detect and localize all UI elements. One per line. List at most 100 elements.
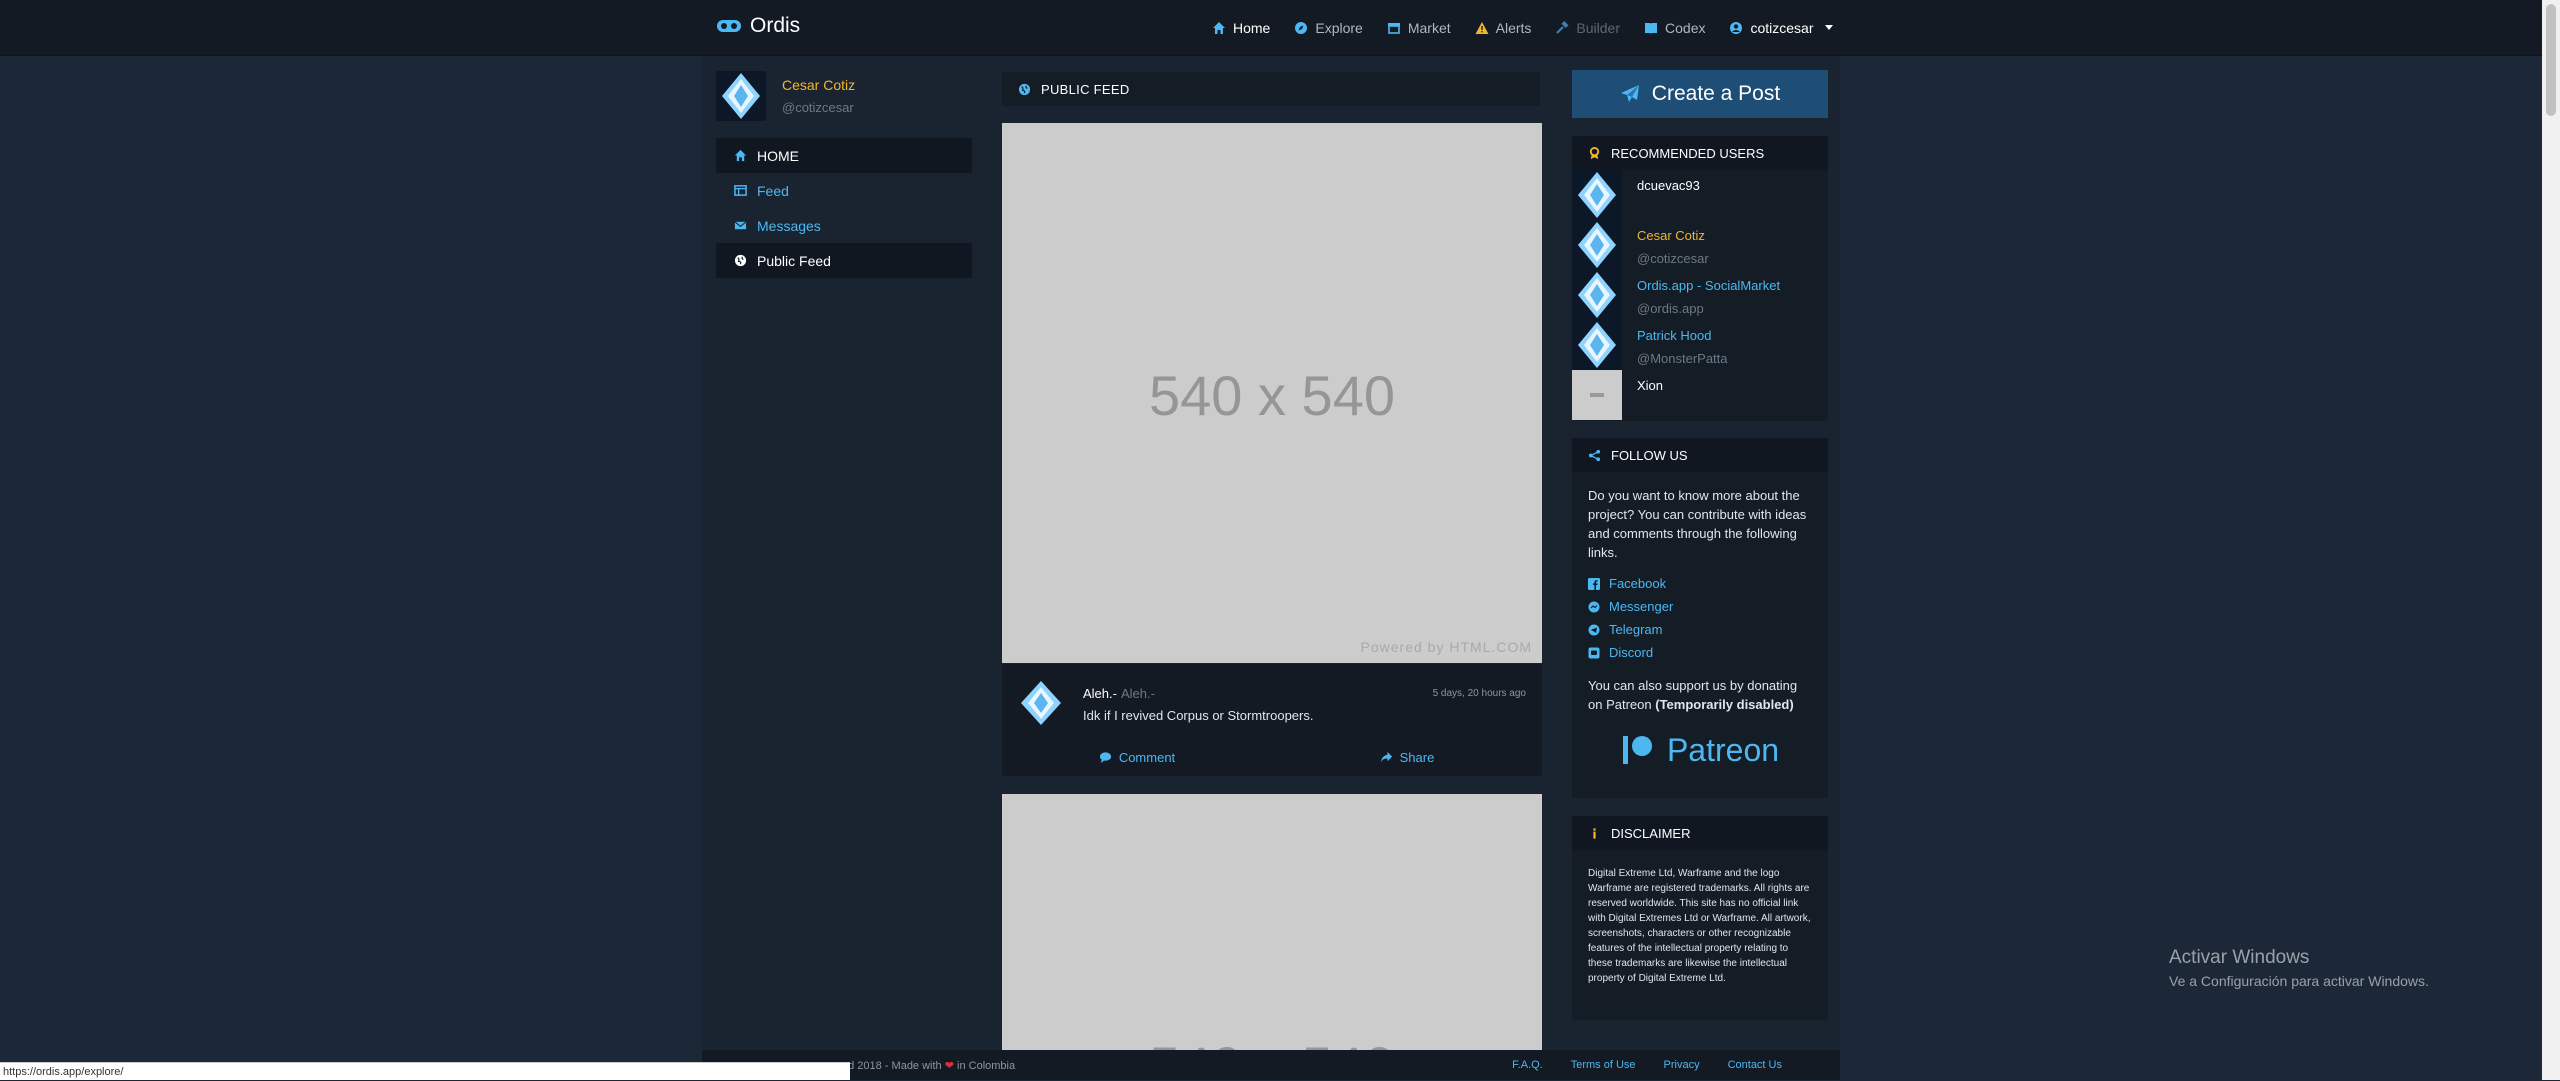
footer-credit-suffix: in Colombia [957,1060,1016,1072]
recommended-user-name[interactable]: Patrick Hood [1637,328,1711,343]
page-scrollbar[interactable] [2542,0,2560,1080]
discord-icon [1588,647,1600,658]
follow-us-title: FOLLOW US [1611,447,1688,463]
placeholder-size-text: 540 x 540 [1149,364,1395,427]
crystal-icon [1572,170,1622,220]
disclaimer-header: DISCLAIMER [1572,816,1828,850]
nav-explore-label: Explore [1315,19,1363,36]
recommended-user[interactable]: Ordis.app - SocialMarket @ordis.app [1572,270,1828,320]
heart-icon: ❤ [944,1060,954,1072]
post-author-name: Aleh.- [1083,686,1117,701]
caret-down-icon [1824,25,1833,30]
sidenav-feed[interactable]: Feed [716,173,972,208]
scrollbar-thumb[interactable] [2546,4,2556,116]
post-author[interactable]: Aleh.- Aleh.- [1083,686,1155,701]
nav-user-label: cotizcesar [1750,19,1814,36]
profile-handle: @cotizcesar [782,100,854,115]
envelope-icon [734,221,747,230]
recommended-user-avatar[interactable] [1572,370,1622,420]
compass-icon [1295,21,1308,34]
nav-builder[interactable]: Builder [1543,20,1632,36]
post-author-avatar[interactable] [1016,678,1066,728]
sidenav-home[interactable]: HOME [716,138,972,173]
sidenav-public-feed-label: Public Feed [757,252,831,269]
facebook-label: Facebook [1609,576,1667,591]
patreon-button[interactable]: Patreon [1572,720,1828,780]
info-icon [1593,827,1596,839]
footer-link-terms[interactable]: Terms of Use [1571,1059,1636,1071]
home-icon [734,149,747,162]
facebook-link[interactable]: Facebook [1588,572,1812,595]
facebook-icon [1588,577,1600,590]
comment-label: Comment [1118,750,1176,765]
footer-link-contact[interactable]: Contact Us [1728,1059,1782,1071]
follow-links: Facebook Messenger Telegram Discord [1572,562,1828,664]
recommended-user[interactable]: Cesar Cotiz @cotizcesar [1572,220,1828,270]
activation-subtitle: Ve a Configuración para activar Windows. [2169,973,2429,989]
recommended-user-handle: @MonsterPatta [1637,351,1728,366]
profile-name[interactable]: Cesar Cotiz [782,77,855,93]
nav-codex-label: Codex [1665,19,1706,36]
sidenav-public-feed[interactable]: Public Feed [716,243,972,278]
brand-name: Ordis [750,14,801,37]
comment-button[interactable]: Comment [1002,750,1272,765]
nav-codex[interactable]: Codex [1632,20,1717,36]
share-button[interactable]: Share [1272,750,1542,765]
share-alt-icon [1588,449,1601,461]
recommended-users-list: dcuevac93 Cesar Cotiz @cotizcesar Ordis.app… [1572,170,1828,420]
placeholder-credit: Powered by HTML.COM [1360,639,1532,655]
feed-title: PUBLIC FEED [1041,81,1130,97]
post-timestamp: 5 days, 20 hours ago [1432,688,1526,699]
profile-card: Cesar Cotiz @cotizcesar [716,70,972,122]
recommended-users-header: RECOMMENDED USERS [1572,136,1828,170]
main-nav: Home Explore Market Alerts Builder Codex… [1200,0,1845,55]
create-post-button[interactable]: Create a Post [1572,70,1828,118]
sidenav-feed-label: Feed [757,182,789,199]
gamepad-icon [717,20,741,32]
recommended-user-avatar[interactable] [1572,170,1622,220]
recommended-user-name[interactable]: Ordis.app - SocialMarket [1637,278,1780,293]
crystal-icon [1572,270,1622,320]
nav-explore[interactable]: Explore [1282,20,1374,36]
award-icon [1589,146,1600,159]
recommended-user[interactable]: Patrick Hood @MonsterPatta [1572,320,1828,370]
sidenav-messages[interactable]: Messages [716,208,972,243]
user-circle-icon [1730,21,1743,34]
recommended-user[interactable]: Xion [1572,370,1828,420]
windows-activation-watermark: Activar Windows Ve a Configuración para … [2169,947,2429,989]
recommended-user-name[interactable]: Xion [1637,378,1663,393]
telegram-link[interactable]: Telegram [1588,618,1812,641]
book-icon [1645,22,1658,34]
footer-link-privacy[interactable]: Privacy [1664,1059,1700,1071]
nav-home[interactable]: Home [1200,20,1282,36]
nav-alerts-label: Alerts [1495,19,1532,36]
crystal-icon [1016,678,1066,728]
recommended-user-name[interactable]: dcuevac93 [1637,178,1700,193]
footer-link-faq[interactable]: F.A.Q. [1512,1059,1543,1071]
messenger-link[interactable]: Messenger [1588,595,1812,618]
home-icon [1213,21,1225,34]
post-image-placeholder[interactable]: 540 x 540 [1002,794,1542,1050]
nav-alerts[interactable]: Alerts [1463,20,1544,36]
post-author-sub: Aleh.- [1120,686,1155,701]
profile-avatar[interactable] [716,71,766,121]
post-image-placeholder[interactable]: 540 x 540 Powered by HTML.COM [1002,123,1542,663]
recommended-user-avatar[interactable] [1572,320,1622,370]
nav-market[interactable]: Market [1375,20,1463,36]
recommended-user-avatar[interactable] [1572,220,1622,270]
footer-credit-prefix: ed 2018 - Made with [842,1060,942,1072]
brand-logo[interactable]: Ordis [716,14,800,38]
crystal-icon [1572,220,1622,270]
market-icon [1387,22,1400,34]
messenger-icon [1588,601,1600,612]
browser-status-url: https://ordis.app/explore/ [0,1062,850,1080]
disclaimer-panel: DISCLAIMER Digital Extreme Ltd, Warframe… [1572,816,1828,1020]
recommended-user-name[interactable]: Cesar Cotiz [1637,228,1705,243]
recommended-user-avatar[interactable] [1572,270,1622,320]
support-note: (Temporarily disabled) [1655,697,1794,712]
recommended-user[interactable]: dcuevac93 [1572,170,1828,220]
follow-us-panel: FOLLOW US Do you want to know more about… [1572,438,1828,798]
side-navigation: HOME Feed Messages Public Feed [716,138,972,278]
discord-link[interactable]: Discord [1588,641,1812,664]
nav-user-menu[interactable]: cotizcesar [1717,20,1844,36]
